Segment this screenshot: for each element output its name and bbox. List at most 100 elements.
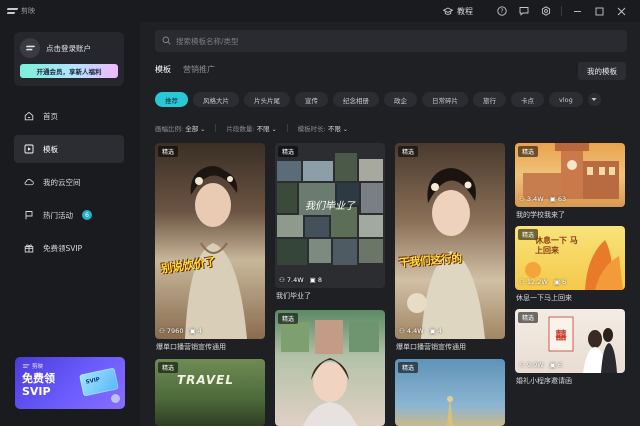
sidebar-item-label: 我的云空间 [43, 177, 81, 187]
usage-icon: ⚇ [279, 276, 285, 284]
search-input[interactable] [176, 36, 596, 46]
aspect-ratio-filter[interactable]: 画幅比例: 全部 ⌄ [155, 123, 205, 133]
clip-icon: ▣ [309, 276, 316, 284]
chip-album[interactable]: 纪念相册 [333, 92, 379, 107]
featured-badge: 精选 [398, 362, 419, 373]
photo-collage-illustration: 我们毕业了 [277, 153, 383, 265]
promo-brand: 剪映 [21, 362, 43, 370]
clip-count: ▣ 4 [430, 327, 442, 335]
promo-logo-icon [23, 364, 28, 369]
sidebar-item-label: 免费领SVIP [43, 243, 83, 253]
chip-government[interactable]: 政企 [384, 92, 417, 107]
template-thumbnail: 我们毕业了 精选 ⚇ 7.4W ▣ 8 [275, 143, 385, 288]
card-title: 爆单口播营销宣传通用 [156, 343, 226, 351]
card-title: 我们毕业了 [276, 292, 311, 300]
filter-divider [286, 124, 288, 132]
promo-line1: 免费领 [22, 372, 55, 385]
clip-count: ▣ 6 [554, 278, 566, 286]
template-card[interactable]: 精选 [395, 359, 505, 426]
search-icon [162, 36, 171, 47]
coin-icon [111, 394, 120, 403]
template-card[interactable]: 精选 干我们这行的 ⚇ 4.4W ▣ 4 爆单口播营销宣传通用 [395, 143, 505, 355]
filter-value: 全部 [185, 125, 199, 133]
usage-icon: ⚇ [519, 195, 525, 203]
settings-button[interactable] [535, 0, 557, 22]
flag-icon [24, 210, 34, 220]
template-card[interactable]: 精选 别说饮价了 ⚇ 7960 ▣ 4 爆单口播营销宣传通用 [155, 143, 265, 355]
tab-marketing[interactable]: 营销推广 [183, 64, 215, 75]
gift-icon [24, 243, 34, 253]
my-templates-button[interactable]: 我的模板 [578, 62, 626, 80]
clip-count: ▣ 4 [189, 327, 201, 335]
chip-beat[interactable]: 卡点 [511, 92, 544, 107]
chips-more-button[interactable] [587, 93, 601, 106]
svg-text:我们毕业了: 我们毕业了 [305, 200, 356, 212]
clip-value: 8 [317, 276, 323, 284]
vip-subscribe-button[interactable]: 开通会员，享新人福利 [20, 64, 118, 78]
close-icon [617, 7, 625, 15]
chip-daily[interactable]: 日常碎片 [422, 92, 468, 107]
chip-travel[interactable]: 旅行 [473, 92, 506, 107]
sidebar-item-cloud[interactable]: 我的云空间 [14, 168, 124, 196]
sidebar-item-templates[interactable]: 模板 [14, 135, 124, 163]
clip-value: 4 [437, 327, 443, 335]
chevron-down-icon: ⌄ [271, 126, 277, 133]
template-thumbnail: 精选 别说饮价了 ⚇ 7960 ▣ 4 [155, 143, 265, 339]
user-card: 点击登录账户 开通会员，享新人福利 [14, 32, 124, 86]
template-card[interactable]: 精选 休息一下 马上回来 ⚇ 12.2W ▣ 6 休息一下马上回来 [515, 226, 625, 306]
usage-value: 7.4W [286, 276, 304, 284]
chevron-down-icon [591, 98, 597, 101]
chip-style[interactable]: 风格大片 [193, 92, 239, 107]
card-title: 我的学校我来了 [516, 211, 565, 219]
chip-intro-outro[interactable]: 片头片尾 [244, 92, 290, 107]
sidebar-item-events[interactable]: 热门活动 6 [14, 201, 124, 229]
template-card[interactable]: 我们毕业了 精选 ⚇ 7.4W ▣ 8 我们毕业了 [275, 143, 385, 303]
chip-recommended[interactable]: 推荐 [155, 92, 188, 107]
card-title: 休息一下马上回来 [516, 294, 572, 302]
filter-value: 不限 [256, 125, 270, 133]
home-icon [24, 111, 34, 121]
template-card[interactable]: 精选 [275, 310, 385, 426]
app-name: 剪映 [21, 7, 35, 15]
usage-count: ⚇ 12.2W [519, 278, 548, 286]
message-icon [519, 7, 529, 16]
chip-promo[interactable]: 宣传 [295, 92, 328, 107]
duration-filter[interactable]: 模板时长: 不限 ⌄ [298, 123, 348, 133]
clip-count: ▣ 8 [310, 276, 322, 284]
featured-badge: 精选 [398, 146, 419, 157]
clip-icon: ▣ [549, 361, 556, 369]
maximize-button[interactable] [588, 0, 610, 22]
tutorial-button[interactable]: 教程 [443, 6, 473, 17]
clip-count-filter[interactable]: 片段数量: 不限 ⌄ [226, 123, 276, 133]
search-bar[interactable] [155, 30, 627, 52]
template-thumbnail: 精选 干我们这行的 ⚇ 4.4W ▣ 4 [395, 143, 505, 339]
tutorial-label: 教程 [457, 6, 473, 16]
main-content: 模板 营销推广 我的模板 推荐 风格大片 片头片尾 宣传 纪念相册 政企 日常碎… [140, 22, 640, 426]
svip-promo-banner[interactable]: 剪映 免费领 SVIP SVIP [15, 357, 125, 409]
filter-divider [215, 124, 217, 132]
template-card[interactable]: 精选 TRAVEL [155, 359, 265, 426]
promo-brand-text: 剪映 [32, 364, 44, 370]
chip-vlog[interactable]: vlog [549, 92, 583, 107]
sidebar-item-label: 热门活动 [43, 210, 73, 220]
close-button[interactable] [610, 0, 632, 22]
card-stats: ⚇ 7.4W ▣ 8 [279, 276, 322, 284]
avatar[interactable] [20, 38, 40, 58]
title-bar: 剪映 教程 ? [0, 0, 640, 22]
sidebar-item-free-svip[interactable]: 免费领SVIP [14, 234, 124, 262]
clip-icon: ▣ [549, 195, 556, 203]
tab-templates[interactable]: 模板 [155, 64, 171, 75]
login-link[interactable]: 点击登录账户 [46, 43, 91, 54]
filter-label: 模板时长: [297, 125, 326, 133]
template-card[interactable]: 囍 精选 ⚇ 9.9W ▣ 6 婚礼小程序邀请函 [515, 309, 625, 389]
feedback-button[interactable] [513, 0, 535, 22]
usage-value: 3.4W [526, 195, 544, 203]
tag-chips: 推荐 风格大片 片头片尾 宣传 纪念相册 政企 日常碎片 旅行 卡点 vlog [155, 92, 640, 107]
template-card[interactable]: 精选 ⚇ 3.4W ▣ 63 我的学校我来了 [515, 143, 625, 223]
minimize-button[interactable] [566, 0, 588, 22]
sidebar-item-home[interactable]: 首页 [14, 102, 124, 130]
help-button[interactable]: ? [491, 0, 513, 22]
usage-count: ⚇ 7960 [159, 327, 183, 335]
template-thumbnail: 囍 精选 ⚇ 9.9W ▣ 6 [515, 309, 625, 373]
template-thumbnail: 精选 [275, 310, 385, 426]
